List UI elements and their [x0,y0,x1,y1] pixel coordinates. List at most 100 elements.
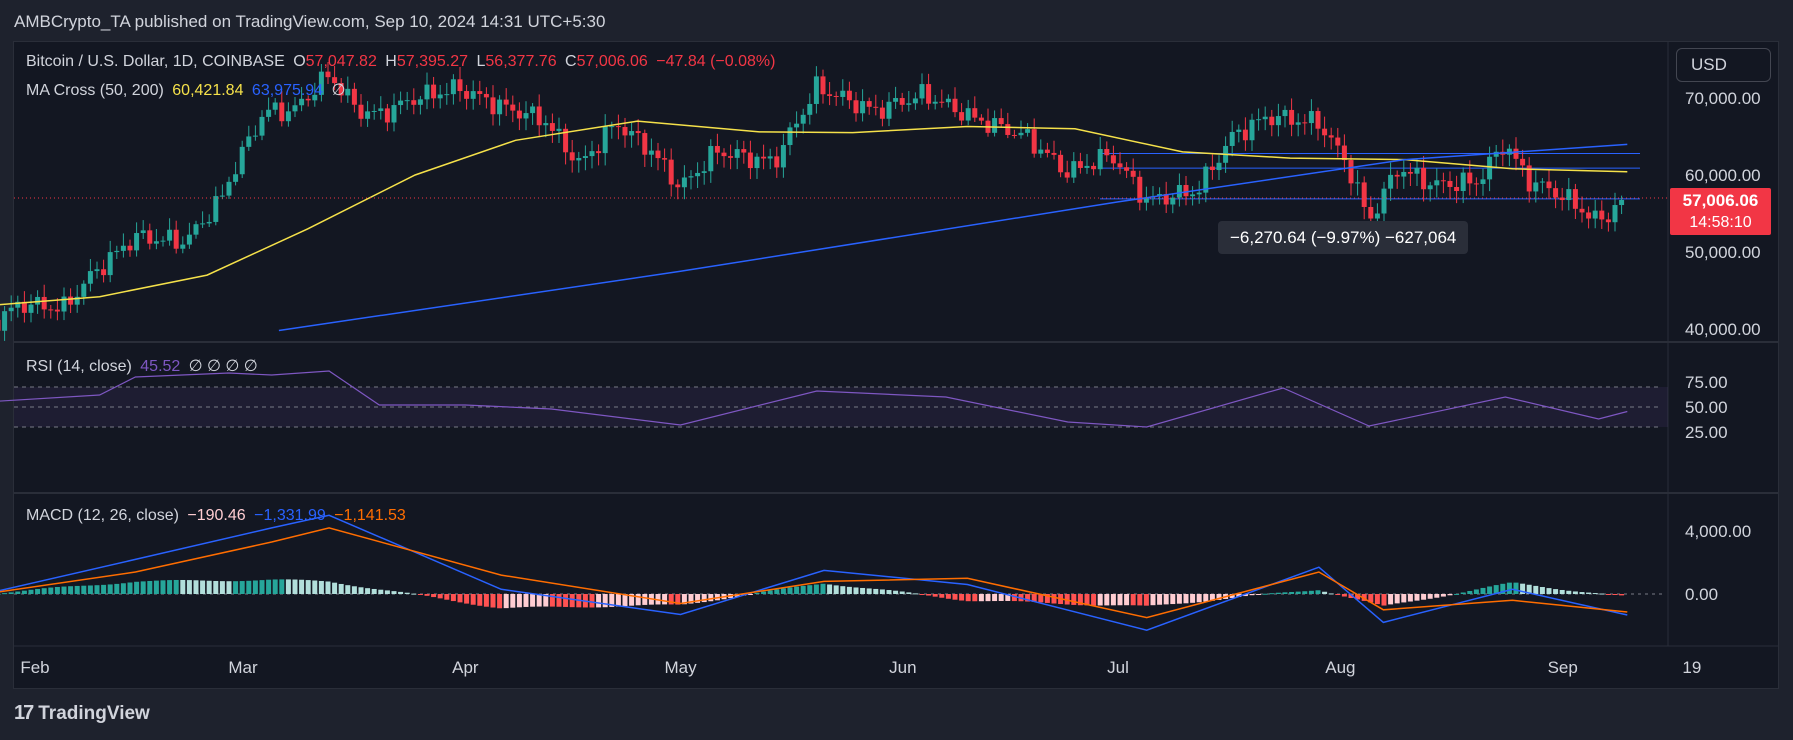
macd-histogram-bar [424,594,430,596]
macd-histogram-bar [186,580,192,594]
candle-body [127,245,133,251]
macd-histogram-bar [952,594,958,600]
macd-histogram-bar [134,581,140,594]
rsi-legend[interactable]: RSI (14, close) 45.52 ∅ ∅ ∅ ∅ [26,356,262,376]
price-axis-label: 60,000.00 [1685,166,1761,185]
ohlc-c-label: C [565,53,577,70]
macd-histogram-bar [596,594,602,608]
candle-body [266,109,272,117]
candle-body [8,307,14,312]
tradingview-logo[interactable]: 17 TradingView [14,702,150,725]
macd-histogram-bar [140,581,146,594]
macd-histogram-bar [1163,594,1169,605]
candle-body [464,91,470,99]
candle-body [1190,194,1196,197]
macd-histogram-bar [992,594,998,602]
rsi-axis-label: 50.00 [1685,398,1728,417]
candle-body [1427,185,1433,190]
macd-histogram-bar [536,594,542,607]
macd-histogram-bar [61,586,67,594]
candle-body [1077,161,1083,168]
macd-histogram-bar [147,580,153,594]
macd-histogram-bar [259,580,265,594]
macd-histogram-bar [1051,594,1057,604]
symbol-title[interactable]: Bitcoin / U.S. Dollar, 1D, COINBASE [26,53,285,70]
candle-body [1110,155,1116,164]
candle-body [1368,206,1374,219]
candle-body [714,146,720,153]
macd-histogram-bar [226,581,232,594]
macd-histogram-bar [813,584,819,594]
candle-body [820,76,826,95]
candle-body [1005,124,1011,135]
candle-body [2,311,8,331]
macd-histogram-bar [285,579,291,594]
macd-histogram-bar [1071,594,1077,605]
macd-histogram-bar [213,580,219,594]
candle-body [1539,181,1545,183]
macd-histogram-bar [358,587,364,594]
macd-histogram-bar [761,591,767,594]
macd-histogram-bar [1487,586,1493,594]
macd-histogram-bar [1572,591,1578,594]
macd-histogram-bar [1513,582,1519,594]
macd-histogram-bar [926,594,932,596]
macd-histogram-bar [1322,591,1328,594]
macd-histogram-bar [1157,594,1163,605]
candle-body [543,123,549,126]
macd-histogram-bar [1282,592,1288,594]
candle-body [424,84,430,100]
candle-body [503,99,509,105]
candle-body [675,184,681,188]
candle-body [1018,132,1024,136]
rsi-value: 45.52 [140,358,181,375]
macd-histogram-bar [1546,588,1552,594]
macd-histogram-bar [457,594,463,603]
macd-histogram-bar [912,593,918,595]
macd-histogram-bar [939,594,945,598]
macd-histogram-bar [1407,594,1413,602]
macd-histogram-bar [807,585,813,594]
time-axis-label: Apr [452,658,479,677]
macd-axis-label: 0.00 [1685,585,1718,604]
macd-histogram-bar [391,591,397,594]
macd-histogram-bar [279,579,285,594]
macd-histogram-bar [1104,594,1110,606]
candle-body [1176,184,1182,198]
candle-body [609,126,615,128]
rsi-extra: ∅ ∅ ∅ ∅ [188,358,258,375]
macd-histogram-bar [1130,594,1136,606]
candle-body [1031,129,1037,154]
ohlc-open: 57,047.82 [305,53,377,70]
currency-button[interactable]: USD [1676,48,1771,82]
macd-histogram-bar [200,580,206,594]
ohlc-change: −47.84 (−0.08%) [656,53,776,70]
macd-histogram-bar [1091,594,1097,606]
candle-body [754,156,760,169]
macd-histogram-bar [503,594,509,609]
candle-body [596,151,602,154]
macd-histogram-bar [1401,594,1407,603]
macd-histogram-bar [1579,592,1585,594]
candle-body [1117,163,1123,168]
macd-legend[interactable]: MACD (12, 26, close) −190.46 −1,331.99 −… [26,507,410,525]
ma-legend[interactable]: MA Cross (50, 200) 60,421.84 63,975.94 ∅ [26,80,350,100]
macd-histogram-bar [173,579,179,594]
macd-histogram-bar [1454,593,1460,595]
candle-body [114,250,120,253]
candle-body [1612,205,1618,223]
candle-body [602,126,608,154]
candle-body [728,156,734,158]
candle-body [1282,109,1288,117]
candle-body [747,152,753,169]
macd-histogram-bar [266,579,272,594]
ma-label: MA Cross (50, 200) [26,82,164,99]
macd-histogram-bar [972,594,978,602]
chart-svg[interactable]: 70,000.00 60,000.00 50,000.00 40,000.00 75.0… [0,0,1793,740]
candle-body [285,111,291,122]
candle-body [411,100,417,105]
macd-histogram-bar [167,580,173,594]
macd-histogram-bar [978,594,984,602]
candle-body [239,146,245,175]
macd-histogram-bar [945,594,951,599]
